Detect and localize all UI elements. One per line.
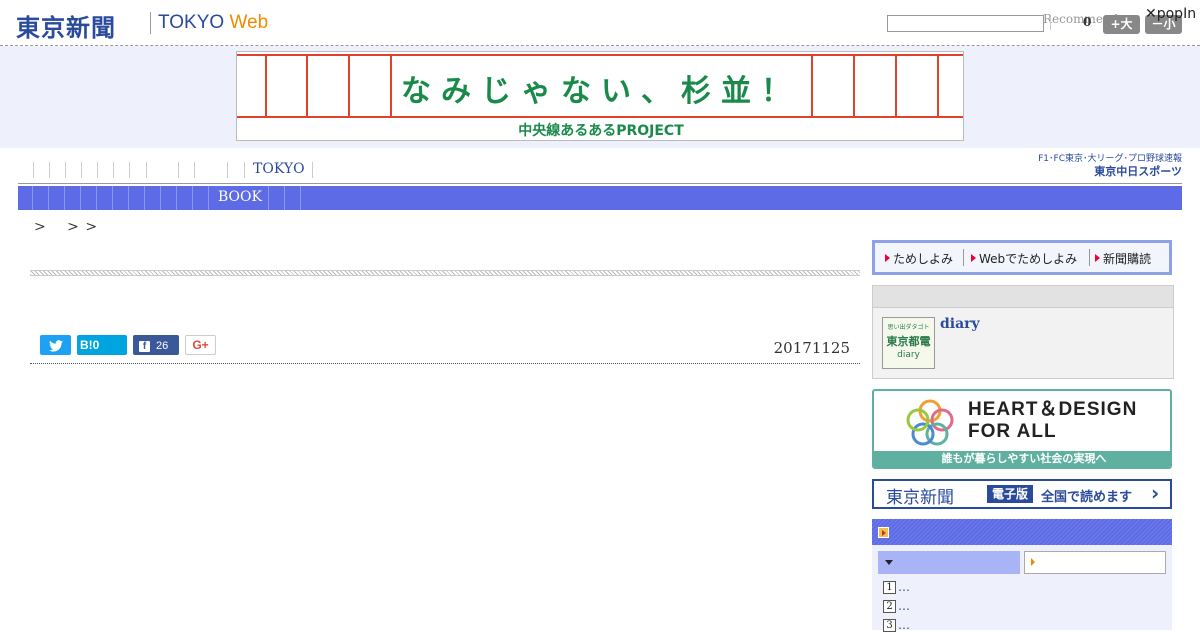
ranking-item[interactable]: 1… (883, 580, 910, 594)
nav-item[interactable] (177, 186, 193, 210)
heart-title-line1: HEART＆DESIGN (968, 399, 1138, 420)
banner-area: なみじゃない、杉並！ 中央線あるあるPROJECT (0, 46, 1200, 148)
facebook-share-count: 26 (156, 340, 169, 352)
tokyo-chunichi-sports-link[interactable]: F1･FC東京･大リーグ･プロ野球速報 東京中日スポーツ (1026, 154, 1182, 179)
toden-diary-thumbnail[interactable]: 思い出ダタゴト 東京都電 diary (882, 317, 935, 369)
secondary-nav: BOOK (18, 186, 1182, 210)
digital-edition-badge: 電子版 (987, 485, 1033, 503)
banner-title: なみじゃない、杉並！ (401, 74, 801, 109)
logo-divider (150, 12, 151, 34)
heart-flower-logo-icon (906, 399, 954, 446)
diary-widget-header (873, 286, 1173, 308)
subscribe-link[interactable]: 新聞購読 (1094, 250, 1151, 267)
nav-item[interactable] (65, 162, 66, 178)
nav-item[interactable] (244, 162, 245, 178)
diary-link[interactable]: diary (940, 316, 980, 332)
facebook-share-button[interactable]: f 26 (133, 335, 179, 355)
facebook-icon: f (139, 341, 150, 352)
nav-item[interactable] (33, 186, 49, 210)
ranking-item-text: … (898, 599, 910, 613)
digital-edition-logo: 東京新聞 (886, 488, 954, 508)
heart-design-for-all-banner[interactable]: HEART＆DESIGN FOR ALL 誰もが暮らしやすい社会の実現へ (872, 389, 1172, 469)
twitter-share-button[interactable] (40, 335, 71, 355)
nav-item[interactable] (227, 162, 228, 178)
nav-item-book[interactable]: BOOK (218, 189, 262, 205)
nav-item[interactable] (146, 162, 147, 178)
article-date: 20171125 (773, 339, 850, 357)
diary-thumb-tagline: 思い出ダタゴト (887, 324, 930, 331)
search-input[interactable] (887, 15, 1044, 32)
suginami-banner-ad[interactable]: なみじゃない、杉並！ 中央線あるあるPROJECT (236, 51, 964, 141)
nav-item[interactable] (194, 162, 195, 178)
web-trial-reading-link[interactable]: Webでためしよみ (970, 250, 1077, 267)
nav-item[interactable] (193, 186, 209, 210)
heart-title-line2: FOR ALL (968, 421, 1057, 442)
heart-design-tagline: 誰もが暮らしやすい社会の実現へ (874, 451, 1170, 467)
nav-item[interactable] (81, 162, 82, 178)
nav-item[interactable] (81, 186, 97, 210)
ranking-panel: 1… 2… 3… (872, 545, 1172, 632)
article-header-rule (30, 363, 860, 364)
ranking-item[interactable]: 2… (883, 599, 910, 613)
nav-item[interactable] (97, 186, 113, 210)
article-title-divider (30, 270, 860, 276)
nav-item[interactable] (65, 186, 81, 210)
logo-web-text: Web (229, 12, 269, 33)
nav-item[interactable] (145, 186, 161, 210)
nav-item[interactable] (49, 186, 65, 210)
digital-edition-text: 全国で読めます (1041, 490, 1133, 505)
heart-design-title: HEART＆DESIGN FOR ALL (968, 399, 1137, 443)
trial-divider (963, 249, 964, 266)
nav-item[interactable] (161, 186, 177, 210)
popin-close-button[interactable]: ✕popIn (1145, 6, 1196, 22)
ranking-number: 2 (883, 600, 896, 613)
logo-tokyo-text: TOKYO (158, 12, 225, 33)
nav-item[interactable] (269, 186, 285, 210)
nav-item[interactable] (49, 162, 50, 178)
google-plus-share-button[interactable]: G+ (185, 335, 216, 355)
nav-item[interactable] (129, 162, 130, 178)
nav-item[interactable] (129, 186, 145, 210)
hatena-bookmark-button[interactable]: B!0 (77, 335, 127, 355)
font-size-increase-button[interactable]: +大 (1103, 15, 1140, 34)
diary-widget: 思い出ダタゴト 東京都電 diary diary (872, 285, 1174, 379)
site-header: 東京新聞 TOKYO Web Recommend 0 +大 －小 ✕popIn (0, 0, 1200, 46)
trial-reading-box: ためしよみ Webでためしよみ 新聞購読 (872, 240, 1172, 275)
banner-subtitle: 中央線あるあるPROJECT (518, 123, 684, 139)
nav-item-tokyo[interactable]: TOKYO (253, 161, 305, 177)
ranking-tab-inactive[interactable] (1024, 551, 1166, 574)
ranking-tab-active[interactable] (878, 551, 1020, 574)
nav-item[interactable] (113, 186, 129, 210)
nav-item[interactable] (285, 186, 301, 210)
ranking-arrow-icon (878, 527, 889, 538)
tokyo-web-logo[interactable]: TOKYO Web (158, 12, 268, 34)
chunichi-tagline: F1･FC東京･大リーグ･プロ野球速報 (1038, 154, 1182, 164)
breadcrumb[interactable]: > > > (34, 216, 98, 236)
nav-item[interactable] (113, 162, 114, 178)
ranking-number: 3 (883, 619, 896, 632)
primary-nav: TOKYO (18, 158, 1182, 184)
chevron-right-icon: › (1151, 481, 1160, 505)
twitter-bird-icon (48, 339, 63, 352)
ranking-header (872, 519, 1172, 545)
ranking-number: 1 (883, 581, 896, 594)
trial-reading-link[interactable]: ためしよみ (884, 250, 953, 267)
diary-thumb-title: 東京都電 (886, 335, 931, 348)
nav-item[interactable] (312, 162, 313, 178)
nav-item[interactable] (178, 162, 179, 178)
digital-edition-banner[interactable]: 東京新聞 電子版 全国で読めます › (872, 479, 1172, 509)
chunichi-logo: 東京中日スポーツ (1094, 165, 1182, 178)
diary-thumb-label: diary (897, 350, 920, 360)
recommend-count: 0 (1083, 15, 1092, 29)
ranking-item-text: … (898, 580, 910, 594)
tokyo-shimbun-logo[interactable]: 東京新聞 (16, 8, 116, 43)
nav-item[interactable] (97, 162, 98, 178)
recommend-counter-bar (1050, 18, 1080, 30)
trial-divider (1089, 249, 1090, 266)
nav-item[interactable] (33, 162, 34, 178)
nav-item[interactable] (18, 186, 33, 210)
